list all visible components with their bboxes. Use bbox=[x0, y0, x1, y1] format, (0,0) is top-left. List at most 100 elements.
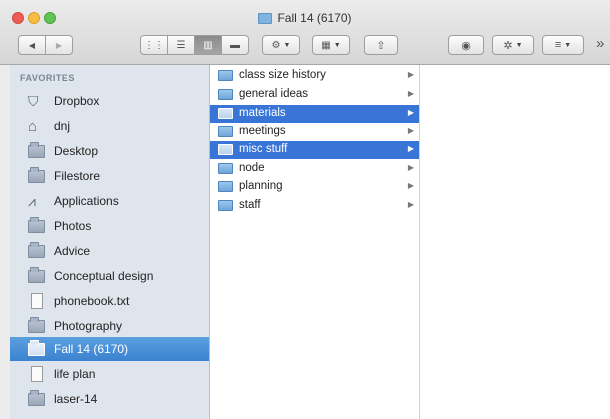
list-item-label: misc stuff bbox=[239, 143, 288, 155]
sidebar-item-fall-14[interactable]: Fall 14 (6170) bbox=[10, 337, 209, 361]
sidebar-item-desktop[interactable]: Desktop bbox=[10, 139, 209, 163]
overflow-chevron-icon: » bbox=[596, 35, 605, 52]
folder-icon bbox=[28, 242, 46, 259]
icon-view-button[interactable]: ⋮⋮ bbox=[140, 35, 168, 55]
folder-icon bbox=[218, 181, 233, 192]
home-icon: ⌂ bbox=[28, 118, 38, 135]
folder-icon bbox=[218, 144, 233, 155]
chevron-right-icon: ▶ bbox=[407, 163, 414, 172]
navigation-buttons: ◀ ▶ bbox=[18, 35, 74, 55]
sidebar-item-advice[interactable]: Advice bbox=[10, 239, 209, 263]
quick-look-button[interactable]: ◉ bbox=[448, 35, 484, 55]
arrange-icon: ▦ bbox=[321, 39, 331, 51]
list-item[interactable]: staff ▶ bbox=[210, 197, 419, 215]
dropbox-icon: ⚙ bbox=[271, 39, 281, 51]
folder-icon bbox=[218, 126, 233, 137]
sidebar-item-label: laser-14 bbox=[54, 392, 98, 406]
back-button[interactable]: ◀ bbox=[18, 35, 46, 55]
column-view-icon: ▥ bbox=[203, 39, 213, 51]
sidebar-item-label: Desktop bbox=[54, 144, 99, 158]
sidebar-item-label: Fall 14 (6170) bbox=[54, 342, 129, 356]
list-view-button[interactable]: ☰ bbox=[167, 35, 195, 55]
sidebar-item-phonebook[interactable]: phonebook.txt bbox=[10, 289, 209, 313]
list-item-label: planning bbox=[239, 180, 283, 192]
arrange-menu-button[interactable]: ▦ ▼ bbox=[312, 35, 350, 55]
chevron-right-icon: ▶ bbox=[407, 144, 414, 153]
list-item-label: general ideas bbox=[239, 88, 309, 100]
sidebar-item-label: Conceptual design bbox=[54, 269, 154, 283]
list-item[interactable]: planning ▶ bbox=[210, 178, 419, 196]
chevron-right-icon: ▶ bbox=[407, 200, 414, 209]
chevron-down-icon: ▼ bbox=[333, 41, 341, 49]
list-item[interactable]: misc stuff ▶ bbox=[210, 141, 419, 159]
window-toolbar: Fall 14 (6170) ◀ ▶ ⋮⋮ ☰ ▥ ▬ ⚙▼ ▦▼ ⇧ ◉ bbox=[0, 0, 610, 65]
folder-icon bbox=[218, 89, 233, 100]
folder-icon bbox=[218, 108, 233, 119]
action-menu-button[interactable]: ✲ ▼ bbox=[492, 35, 534, 55]
sidebar-item-filestore[interactable]: Filestore bbox=[10, 164, 209, 188]
list-view-icon: ☰ bbox=[176, 39, 186, 51]
sidebar-item-label: Filestore bbox=[54, 169, 101, 183]
desktop-folder-icon bbox=[28, 142, 46, 159]
chevron-right-icon: ▶ bbox=[407, 108, 414, 117]
folder-icon bbox=[218, 70, 233, 81]
chevron-down-icon: ▼ bbox=[283, 41, 291, 49]
path-menu-button[interactable]: ≡ ▼ bbox=[542, 35, 584, 55]
dropbox-menu-button[interactable]: ⚙ ▼ bbox=[262, 35, 300, 55]
eye-icon: ◉ bbox=[461, 39, 471, 52]
sidebar-item-label: Photography bbox=[54, 319, 123, 333]
list-item[interactable]: node ▶ bbox=[210, 160, 419, 178]
file-icon bbox=[28, 293, 46, 309]
sidebar-item-dropbox[interactable]: ⛉ Dropbox bbox=[10, 89, 209, 113]
list-item-label: meetings bbox=[239, 125, 286, 137]
list-item-label: node bbox=[239, 162, 265, 174]
coverflow-view-button[interactable]: ▬ bbox=[221, 35, 249, 55]
sidebar-item-dnj[interactable]: ⌂ dnj bbox=[10, 114, 209, 138]
sidebar-item-label: life plan bbox=[54, 367, 96, 381]
list-item[interactable]: materials ▶ bbox=[210, 105, 419, 123]
column-browser-column: class size history ▶ general ideas ▶ mat… bbox=[210, 65, 420, 419]
dropbox-icon: ⛉ bbox=[28, 93, 39, 109]
back-arrow-icon: ◀ bbox=[28, 40, 36, 50]
gear-icon: ✲ bbox=[503, 39, 513, 52]
toolbar-overflow-button[interactable]: » bbox=[596, 35, 610, 55]
folder-icon bbox=[258, 12, 273, 24]
list-item[interactable]: general ideas ▶ bbox=[210, 86, 419, 104]
sidebar-item-applications[interactable]: ⩘ Applications bbox=[10, 189, 209, 213]
icon-view-icon: ⋮⋮ bbox=[144, 39, 164, 51]
list-item[interactable]: meetings ▶ bbox=[210, 123, 419, 141]
chevron-down-icon: ▼ bbox=[515, 41, 523, 49]
sidebar-item-label: dnj bbox=[54, 119, 71, 133]
folder-icon bbox=[28, 390, 46, 407]
path-icon: ≡ bbox=[554, 39, 562, 51]
list-item-label: staff bbox=[239, 199, 261, 211]
chevron-right-icon: ▶ bbox=[407, 89, 414, 98]
folder-icon bbox=[28, 267, 46, 284]
view-mode-control: ⋮⋮ ☰ ▥ ▬ bbox=[140, 35, 249, 55]
folder-icon bbox=[218, 163, 233, 174]
forward-arrow-icon: ▶ bbox=[55, 40, 63, 50]
sidebar-item-life-plan[interactable]: life plan bbox=[10, 362, 209, 386]
folder-icon bbox=[218, 200, 233, 211]
sidebar-section-header: FAVORITES bbox=[20, 73, 75, 83]
sidebar-item-laser-14[interactable]: laser-14 bbox=[10, 387, 209, 411]
sidebar-item-label: Advice bbox=[54, 244, 91, 258]
sidebar: FAVORITES ⛉ Dropbox ⌂ dnj Desktop Filest… bbox=[10, 65, 210, 419]
list-item[interactable]: class size history ▶ bbox=[210, 67, 419, 85]
chevron-right-icon: ▶ bbox=[407, 181, 414, 190]
sidebar-item-photos[interactable]: Photos bbox=[10, 214, 209, 238]
chevron-right-icon: ▶ bbox=[407, 126, 414, 135]
share-button[interactable]: ⇧ bbox=[364, 35, 398, 55]
coverflow-view-icon: ▬ bbox=[230, 39, 240, 51]
chevron-down-icon: ▼ bbox=[564, 41, 572, 49]
chevron-right-icon: ▶ bbox=[407, 70, 414, 79]
sidebar-item-label: Dropbox bbox=[54, 94, 100, 108]
folder-icon bbox=[28, 317, 46, 334]
forward-button[interactable]: ▶ bbox=[45, 35, 73, 55]
column-view-button[interactable]: ▥ bbox=[194, 35, 222, 55]
sidebar-item-label: phonebook.txt bbox=[54, 294, 130, 308]
sidebar-item-conceptual-design[interactable]: Conceptual design bbox=[10, 264, 209, 288]
file-icon bbox=[28, 366, 46, 382]
sidebar-item-photography[interactable]: Photography bbox=[10, 314, 209, 338]
applications-icon: ⩘ bbox=[28, 193, 36, 209]
